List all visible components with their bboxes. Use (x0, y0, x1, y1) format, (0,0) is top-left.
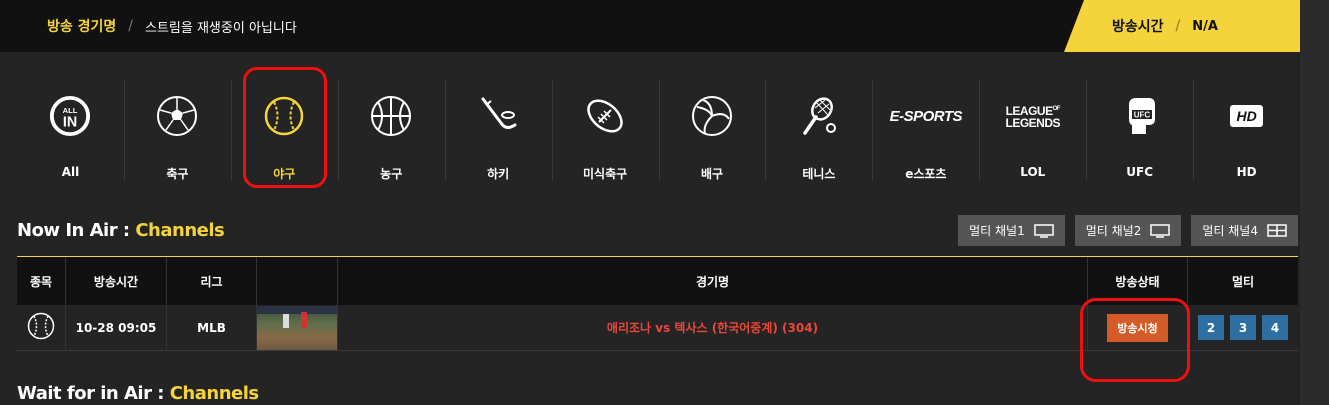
sport-category-bar: ALL IN All 축구 야구 농구 하키 미식축구 배구 테니스 E-SPO… (17, 78, 1300, 192)
category-all[interactable]: ALL IN All (17, 78, 124, 192)
multi-channel-2-button[interactable]: 멀티 채널2 (1074, 215, 1182, 246)
category-ufc[interactable]: UFC UFC (1086, 78, 1193, 192)
category-label: 미식축구 (582, 167, 628, 181)
category-label: LOL (1020, 165, 1046, 179)
multi-channel-label: 멀티 채널4 (1202, 224, 1258, 238)
row-sport-cell (17, 305, 66, 350)
wait-in-air-prefix: Wait for in Air : (17, 383, 170, 404)
game-title-link[interactable]: 애리조나 vs 텍사스 (한국어중계) (304) (607, 319, 818, 336)
row-league: MLB (167, 305, 257, 350)
highlight-watch-button (1080, 298, 1190, 382)
now-in-air-highlight: Channels (135, 220, 225, 241)
svg-text:UFC: UFC (1133, 111, 1150, 120)
esports-logo-text: E-SPORTS (889, 107, 963, 125)
column-header-league: 리그 (167, 257, 257, 305)
lol-logo-text-of: OF (1052, 106, 1061, 112)
category-volleyball[interactable]: 배구 (658, 78, 766, 192)
right-scroll-strip (1300, 0, 1329, 405)
soccer-ball-icon (156, 95, 198, 137)
separator: / (128, 18, 133, 34)
category-hd[interactable]: HD HD (1193, 78, 1300, 192)
multi-slot-3-button[interactable]: 3 (1230, 315, 1256, 340)
category-label: UFC (1126, 165, 1154, 179)
svg-text:IN: IN (63, 115, 77, 131)
broadcast-game-title: 방송 경기명 (47, 19, 117, 35)
baseball-icon (27, 312, 55, 343)
volleyball-icon (691, 95, 733, 137)
monitor-icon (1150, 223, 1171, 238)
multi-slot-2-button[interactable]: 2 (1198, 315, 1224, 340)
multi-channel-label: 멀티 채널2 (1085, 224, 1142, 238)
category-label: 테니스 (802, 167, 836, 181)
now-in-air-prefix: Now In Air : (17, 220, 136, 241)
category-lol[interactable]: LEAGUEOF LEGENDS LOL (979, 78, 1086, 192)
broadcast-time-value: N/A (1192, 18, 1218, 34)
category-label: All (61, 165, 80, 179)
broadcast-time-panel: 방송시간 / N/A (1064, 0, 1300, 52)
row-time: 10-28 09:05 (66, 305, 167, 350)
multi-channel-4-button[interactable]: 멀티 채널4 (1191, 215, 1298, 246)
multi-channel-1-button[interactable]: 멀티 채널1 (958, 215, 1065, 246)
category-basketball[interactable]: 농구 (337, 78, 445, 192)
hockey-icon (477, 95, 519, 137)
hd-logo-text: HD (1230, 105, 1263, 127)
now-in-air-title: Now In Air : Channels (17, 220, 225, 241)
separator: / (1175, 18, 1181, 34)
category-label: 하키 (487, 167, 510, 181)
column-header-multi: 멀티 (1231, 274, 1255, 289)
broadcast-time-label: 방송시간 (1112, 19, 1164, 35)
category-tennis[interactable]: 테니스 (765, 78, 872, 192)
lol-logo-text-2: LEGENDS (1005, 116, 1060, 130)
column-header-time: 방송시간 (66, 257, 167, 305)
column-header-sport: 종목 (17, 257, 66, 305)
category-soccer[interactable]: 축구 (123, 78, 231, 192)
category-hockey[interactable]: 하키 (444, 78, 552, 192)
tennis-icon (798, 95, 840, 137)
category-label: 축구 (166, 167, 189, 181)
now-playing-info: 방송 경기명 / 스트림을 재생중이 아닙니다 (47, 0, 297, 52)
category-label: e스포츠 (905, 167, 947, 181)
stream-status-message: 스트림을 재생중이 아닙니다 (145, 20, 297, 36)
grid-monitor-icon (1267, 223, 1287, 238)
all-in-icon: ALL IN (49, 95, 91, 137)
multi-channel-label: 멀티 채널1 (969, 224, 1025, 238)
basketball-icon (370, 95, 412, 137)
row-multi-cell: 2 3 4 (1188, 305, 1298, 350)
game-thumbnail[interactable] (257, 305, 337, 350)
multi-channel-buttons: 멀티 채널1 멀티 채널2 멀티 채널4 (958, 215, 1298, 246)
ufc-glove-icon: UFC (1119, 95, 1161, 137)
hd-icon: HD (1226, 95, 1268, 137)
category-label: 배구 (700, 167, 724, 181)
row-game-cell: 애리조나 vs 텍사스 (한국어중계) (304) (338, 305, 1088, 350)
wait-in-air-highlight: Channels (169, 383, 259, 404)
wait-in-air-title: Wait for in Air : Channels (17, 383, 259, 404)
highlight-baseball-category (243, 67, 327, 188)
column-header-thumbnail (257, 257, 338, 305)
lol-icon: LEAGUEOF LEGENDS (988, 95, 1078, 137)
football-icon (584, 95, 626, 137)
row-thumbnail-cell (257, 305, 338, 350)
multi-slot-4-button[interactable]: 4 (1262, 315, 1288, 340)
monitor-icon (1034, 223, 1054, 238)
column-header-game: 경기명 (338, 257, 1088, 305)
category-american-football[interactable]: 미식축구 (551, 78, 659, 192)
category-label: 농구 (380, 167, 403, 181)
category-esports[interactable]: E-SPORTS e스포츠 (872, 78, 979, 192)
category-label: HD (1236, 165, 1257, 179)
top-bar: 방송 경기명 / 스트림을 재생중이 아닙니다 방송시간 / N/A (0, 0, 1300, 52)
esports-icon: E-SPORTS (881, 95, 971, 137)
